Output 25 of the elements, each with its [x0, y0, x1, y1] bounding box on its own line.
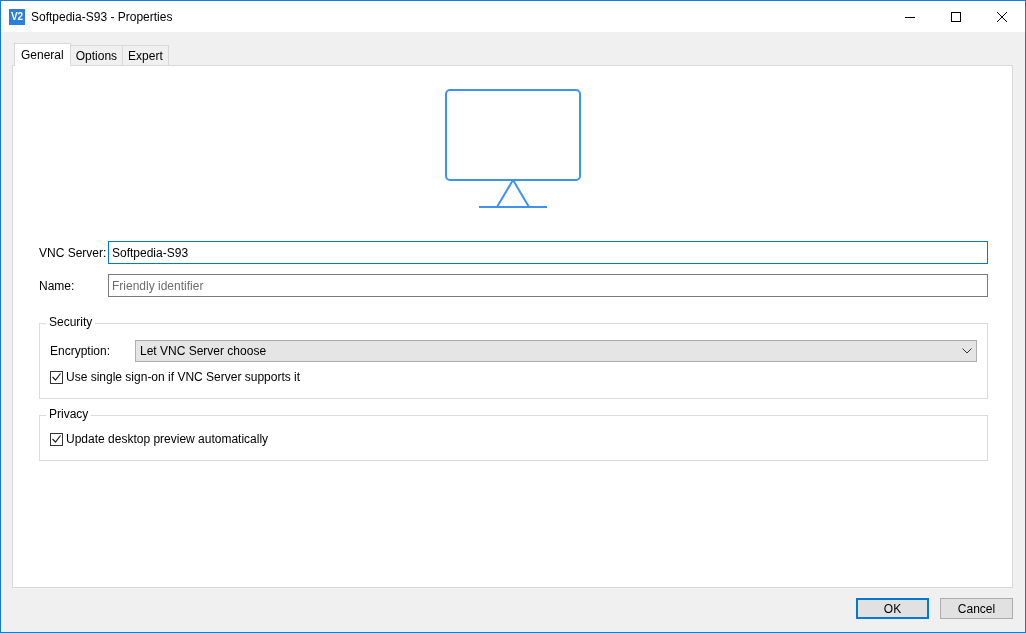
text-field[interactable]: Softpedia-S93 — [108, 241, 988, 264]
app-logo: V2 — [9, 8, 25, 25]
tab[interactable]: Options — [69, 45, 124, 65]
checkbox-label: Update desktop preview automatically — [66, 432, 269, 446]
window-title: Softpedia-S93 - Properties — [31, 9, 173, 24]
dropdown-label: Encryption: — [50, 344, 112, 358]
checkbox[interactable] — [50, 432, 63, 446]
field-label: VNC Server: — [39, 245, 108, 260]
monitor-icon — [444, 89, 583, 211]
group-title: Privacy — [46, 407, 92, 421]
field-label: Name: — [39, 278, 76, 293]
dialog-button[interactable]: OK — [856, 598, 929, 619]
checkmark-icon — [52, 435, 61, 443]
group-title: Security — [46, 315, 96, 329]
chevron-down-icon — [962, 348, 972, 354]
dialog-button[interactable]: Cancel — [940, 598, 1013, 619]
maximize-icon — [951, 11, 961, 22]
text-field[interactable]: Friendly identifier — [108, 274, 988, 297]
dropdown[interactable]: Let VNC Server choose — [135, 340, 977, 362]
checkbox[interactable] — [50, 370, 63, 384]
tab[interactable]: Expert — [122, 45, 169, 65]
tab[interactable]: General — [14, 43, 71, 66]
close-icon — [997, 11, 1007, 22]
checkbox-label: Use single sign-on if VNC Server supports it — [66, 370, 301, 384]
checkmark-icon — [52, 373, 61, 381]
